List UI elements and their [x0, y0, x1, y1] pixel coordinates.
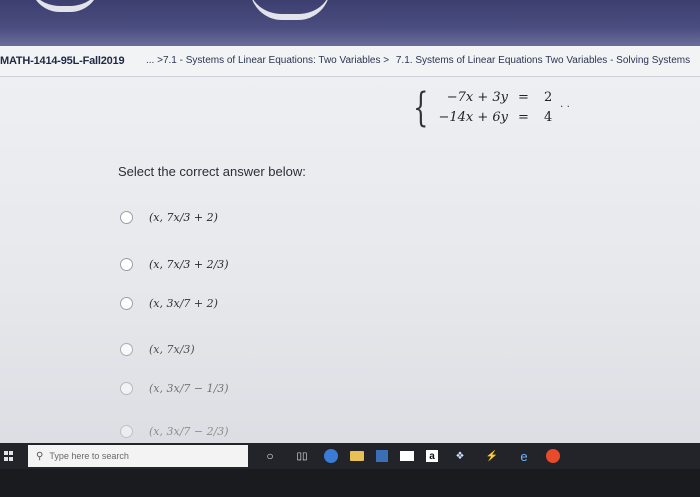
answer-option[interactable]: (x, 7x/3)	[120, 338, 195, 360]
option-label: (x, 7x/3)	[149, 342, 195, 356]
windows-taskbar: ⚲ Type here to search ○ ▯▯ a ❖ ⚡ e	[0, 443, 700, 497]
ie-icon[interactable]: e	[514, 449, 534, 464]
option-label: (x, 7x/3 + 2)	[149, 210, 218, 224]
taskbar-strip: ⚲ Type here to search ○ ▯▯ a ❖ ⚡ e	[0, 443, 700, 469]
radio-button[interactable]	[120, 257, 133, 271]
dropbox-icon[interactable]: ❖	[450, 449, 470, 463]
taskbar-search[interactable]: ⚲ Type here to search	[28, 445, 248, 467]
breadcrumb-item[interactable]: ... >7.1 - Systems of Linear Equations: …	[146, 55, 389, 66]
equation-system: { −7x + 3y = 2 −14x + 6y = 4	[408, 85, 568, 134]
search-placeholder: Type here to search	[49, 451, 129, 461]
option-label: (x, 7x/3 + 2/3)	[149, 257, 229, 271]
file-explorer-icon[interactable]	[350, 451, 364, 461]
task-view-icon[interactable]: ▯▯	[292, 449, 312, 463]
office-icon[interactable]	[546, 449, 560, 463]
radio-button[interactable]	[120, 296, 133, 310]
option-label: (x, 3x/7 + 2)	[149, 296, 218, 310]
windows-icon[interactable]	[4, 451, 14, 461]
mail-icon[interactable]	[400, 451, 414, 461]
radio-button[interactable]	[120, 424, 133, 438]
breadcrumb: ... >7.1 - Systems of Linear Equations: …	[146, 55, 700, 66]
option-label: (x, 3x/7 − 1/3)	[149, 381, 229, 395]
winamp-icon[interactable]: ⚡	[482, 449, 502, 463]
trailing-dots: . .	[560, 96, 571, 110]
question-prompt: Select the correct answer below:	[118, 164, 306, 179]
radio-button[interactable]	[120, 210, 133, 224]
course-header: MATH-1414-95L-Fall2019 ... >7.1 - System…	[0, 46, 700, 77]
option-label: (x, 3x/7 − 2/3)	[149, 424, 229, 438]
amazon-icon[interactable]: a	[426, 450, 438, 462]
answer-option[interactable]: (x, 7x/3 + 2/3)	[120, 253, 229, 275]
breadcrumb-item[interactable]: 7.1. Systems of Linear Equations Two Var…	[396, 55, 690, 66]
equation-rhs: 4	[544, 110, 553, 125]
bezel-decoration	[30, 0, 100, 12]
radio-button[interactable]	[120, 381, 133, 395]
answer-option[interactable]: (x, 3x/7 − 1/3)	[120, 377, 229, 399]
course-title[interactable]: MATH-1414-95L-Fall2019	[0, 55, 125, 67]
equation-lhs: −7x + 3y	[446, 90, 508, 105]
store-icon[interactable]	[376, 450, 388, 462]
equals-sign: =	[518, 110, 529, 125]
radio-button[interactable]	[120, 342, 133, 356]
monitor-bezel	[0, 0, 700, 46]
cortana-icon[interactable]: ○	[260, 449, 280, 463]
equation-lhs: −14x + 6y	[438, 110, 508, 125]
answer-option[interactable]: (x, 7x/3 + 2)	[120, 206, 218, 228]
equation-row: −14x + 6y = 4	[422, 110, 568, 130]
edge-icon[interactable]	[324, 449, 338, 463]
answer-option[interactable]: (x, 3x/7 − 2/3)	[120, 420, 229, 442]
answer-option[interactable]: (x, 3x/7 + 2)	[120, 292, 218, 314]
equals-sign: =	[518, 90, 529, 105]
browser-viewport: MATH-1414-95L-Fall2019 ... >7.1 - System…	[0, 46, 700, 443]
equation-rhs: 2	[544, 90, 553, 105]
search-icon: ⚲	[36, 450, 44, 462]
bezel-decoration	[250, 0, 330, 20]
equation-row: −7x + 3y = 2	[422, 90, 568, 110]
